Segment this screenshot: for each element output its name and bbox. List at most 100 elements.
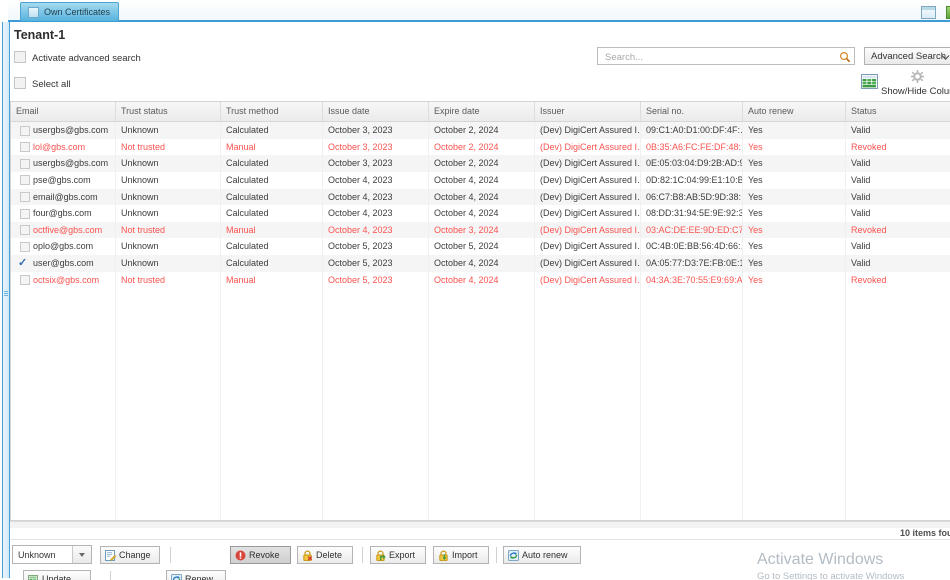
column-header-email[interactable]: Email <box>11 102 116 121</box>
table-row[interactable]: octfive@gbs.comNot trustedManualOctober … <box>11 222 950 239</box>
table-row[interactable]: lol@gbs.comNot trustedManualOctober 3, 2… <box>11 139 950 156</box>
certificates-table: EmailTrust statusTrust methodIssue dateE… <box>10 101 950 521</box>
import-button[interactable]: Import <box>433 546 489 564</box>
select-all-label: Select all <box>32 79 71 90</box>
cell-trust-method: Calculated <box>221 189 323 206</box>
cell-issue-date: October 4, 2023 <box>323 172 429 189</box>
row-checkbox[interactable] <box>20 275 30 285</box>
cell-trust-method: Calculated <box>221 238 323 255</box>
table-row[interactable]: oplo@gbs.comUnknownCalculatedOctober 5, … <box>11 238 950 255</box>
cell-email-text: octsix@gbs.com <box>33 275 99 285</box>
column-divider <box>742 288 743 521</box>
cell-status: Revoked <box>846 222 950 239</box>
table-row[interactable]: email@gbs.comUnknownCalculatedOctober 4,… <box>11 189 950 206</box>
cell-trust-method: Manual <box>221 272 323 289</box>
window-restore-icon[interactable] <box>921 6 936 19</box>
row-checkbox-checked[interactable]: ✓ <box>18 256 27 270</box>
table-row[interactable]: usergbs@gbs.comUnknownCalculatedOctober … <box>11 122 950 139</box>
row-checkbox[interactable] <box>20 142 30 152</box>
column-header-serial[interactable]: Serial no. <box>641 102 743 121</box>
search-input[interactable] <box>603 48 837 66</box>
cell-issue-date: October 4, 2023 <box>323 205 429 222</box>
tab-own-certificates[interactable]: Own Certificates <box>20 2 119 21</box>
row-checkbox[interactable] <box>20 192 30 202</box>
column-divider <box>534 288 535 521</box>
table-row[interactable]: four@gbs.comUnknownCalculatedOctober 4, … <box>11 205 950 222</box>
row-checkbox[interactable] <box>20 175 30 185</box>
cell-email: oplo@gbs.com <box>11 238 116 255</box>
cell-issue-date: October 3, 2023 <box>323 155 429 172</box>
row-checkbox[interactable] <box>20 209 30 219</box>
cell-email-text: octfive@gbs.com <box>33 225 102 235</box>
row-checkbox[interactable] <box>20 242 30 252</box>
cell-email: octfive@gbs.com <box>11 222 116 239</box>
chevron-down-icon[interactable] <box>72 546 91 563</box>
cell-trust-status: Unknown <box>116 122 221 139</box>
cell-email-text: usergbs@gbs.com <box>33 158 108 168</box>
lock-export-icon <box>375 550 386 563</box>
cell-expire-date: October 2, 2024 <box>429 139 535 156</box>
change-button-label: Change <box>119 550 151 560</box>
cell-auto-renew: Yes <box>743 139 846 156</box>
tab-bar: Own Certificates <box>8 0 950 22</box>
export-button-label: Export <box>389 550 415 560</box>
activate-advanced-search-checkbox[interactable] <box>14 51 26 63</box>
cell-expire-date: October 4, 2024 <box>429 272 535 289</box>
trust-status-select[interactable]: Unknown <box>12 545 92 564</box>
change-button[interactable]: Change <box>100 546 160 564</box>
table-columns-icon[interactable] <box>861 72 879 96</box>
row-checkbox[interactable] <box>20 225 30 235</box>
column-header-auto-renew[interactable]: Auto renew <box>743 102 846 121</box>
search-box[interactable] <box>597 47 855 65</box>
column-header-status[interactable]: Status <box>846 102 950 121</box>
cell-expire-date: October 2, 2024 <box>429 122 535 139</box>
scrollbar-grip[interactable] <box>3 290 9 297</box>
table-row[interactable]: ✓user@gbs.comUnknownCalculatedOctober 5,… <box>11 255 950 272</box>
cell-email-text: four@gbs.com <box>33 208 92 218</box>
table-row[interactable]: pse@gbs.comUnknownCalculatedOctober 4, 2… <box>11 172 950 189</box>
revoke-button[interactable]: Revoke <box>230 546 291 564</box>
advanced-search-button[interactable]: Advanced Search <box>864 47 950 65</box>
renew-button-label: Renew <box>185 574 213 580</box>
cell-issue-date: October 5, 2023 <box>323 272 429 289</box>
cell-serial: 08:DD:31:94:5E:9E:92:3… <box>641 205 743 222</box>
column-header-trust-status[interactable]: Trust status <box>116 102 221 121</box>
update-button-label: Update <box>42 574 71 580</box>
renew-button[interactable]: Renew <box>166 570 226 580</box>
cell-serial: 0E:05:03:04:D9:2B:AD:9… <box>641 155 743 172</box>
cell-email: octsix@gbs.com <box>11 272 116 289</box>
column-header-expire-date[interactable]: Expire date <box>429 102 535 121</box>
revoke-button-label: Revoke <box>249 550 280 560</box>
update-button[interactable]: Update <box>23 570 91 580</box>
window-status-icon[interactable] <box>946 6 950 19</box>
cell-trust-status: Unknown <box>116 155 221 172</box>
trust-status-select-value: Unknown <box>18 550 56 560</box>
column-header-trust-method[interactable]: Trust method <box>221 102 323 121</box>
row-checkbox[interactable] <box>20 126 30 136</box>
tab-label: Own Certificates <box>44 3 110 21</box>
row-checkbox[interactable] <box>20 159 30 169</box>
cell-expire-date: October 4, 2024 <box>429 189 535 206</box>
cell-issue-date: October 3, 2023 <box>323 139 429 156</box>
select-all-checkbox[interactable] <box>14 77 26 89</box>
cell-trust-method: Manual <box>221 139 323 156</box>
column-divider <box>428 288 429 521</box>
cell-status: Revoked <box>846 272 950 289</box>
cell-issuer: (Dev) DigiCert Assured I… <box>535 172 641 189</box>
table-row[interactable]: usergbs@gbs.comUnknownCalculatedOctober … <box>11 155 950 172</box>
cell-trust-status: Unknown <box>116 238 221 255</box>
column-header-issue-date[interactable]: Issue date <box>323 102 429 121</box>
table-row[interactable]: octsix@gbs.comNot trustedManualOctober 5… <box>11 272 950 289</box>
toolbar-separator <box>362 547 363 563</box>
delete-button[interactable]: Delete <box>297 546 353 564</box>
item-count-label: 10 items found <box>900 528 950 538</box>
export-button[interactable]: Export <box>370 546 426 564</box>
vertical-scrollbar[interactable] <box>2 22 10 578</box>
show-hide-columns-label[interactable]: Show/Hide Columns <box>881 86 950 97</box>
column-header-issuer[interactable]: Issuer <box>535 102 641 121</box>
lock-delete-icon <box>302 550 313 563</box>
auto-renew-button[interactable]: Auto renew <box>503 546 581 564</box>
cell-trust-method: Manual <box>221 222 323 239</box>
cell-auto-renew: Yes <box>743 255 846 272</box>
magnifier-icon[interactable] <box>839 50 851 68</box>
